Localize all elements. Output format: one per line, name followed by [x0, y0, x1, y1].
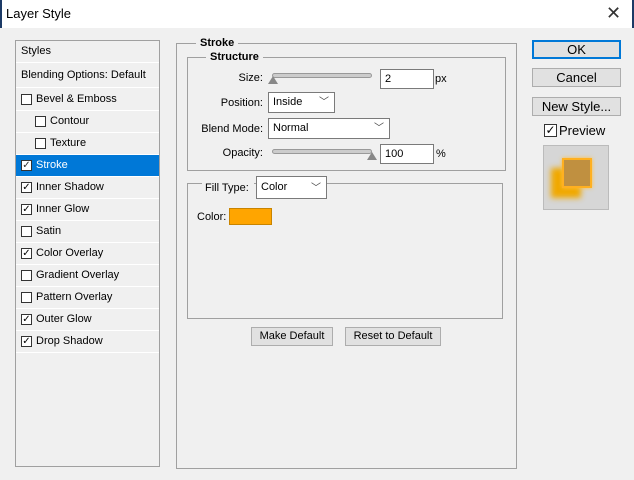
style-item-label: Outer Glow — [36, 313, 92, 325]
style-preview-thumbnail — [543, 145, 609, 210]
checkbox[interactable]: ✓ — [21, 160, 32, 171]
stroke-title: Stroke — [196, 37, 239, 49]
checkbox[interactable] — [21, 292, 32, 303]
size-label: Size: — [238, 72, 263, 84]
style-item-label: Color Overlay — [36, 247, 104, 259]
opacity-input[interactable]: 100 — [380, 144, 434, 164]
style-item-label: Inner Glow — [36, 203, 90, 215]
color-swatch[interactable] — [229, 208, 272, 225]
checkbox[interactable]: ✓ — [21, 314, 32, 325]
style-item-label: Inner Shadow — [36, 181, 104, 193]
fill-group — [187, 183, 503, 319]
checkbox[interactable] — [21, 94, 32, 105]
reset-to-default-button[interactable]: Reset to Default — [345, 327, 441, 346]
chevron-down-icon: ﹀ — [311, 183, 321, 194]
style-item-label: Satin — [36, 225, 62, 237]
preview-checkbox[interactable]: ✓ — [544, 124, 557, 137]
blend-mode-select[interactable]: Normal ﹀ — [268, 118, 390, 139]
style-item-label: Stroke — [36, 159, 68, 171]
checkbox[interactable] — [21, 270, 32, 281]
size-slider-thumb[interactable] — [268, 76, 278, 84]
preview-label: Preview — [559, 123, 606, 138]
checkbox[interactable]: ✓ — [21, 182, 32, 193]
style-item-inner-shadow[interactable]: ✓ Inner Shadow — [16, 177, 159, 199]
style-item-label: Drop Shadow — [36, 335, 103, 347]
style-item-contour[interactable]: Contour — [16, 111, 159, 133]
style-item-texture[interactable]: Texture — [16, 133, 159, 155]
fill-type-select[interactable]: Color ﹀ — [256, 176, 327, 199]
opacity-slider-thumb[interactable] — [367, 152, 377, 160]
size-input[interactable]: 2 — [380, 69, 434, 89]
checkbox[interactable]: ✓ — [21, 248, 32, 259]
style-item-color-overlay[interactable]: ✓ Color Overlay — [16, 243, 159, 265]
size-unit: px — [435, 73, 447, 85]
style-item-label: Gradient Overlay — [36, 269, 120, 281]
close-icon[interactable]: ✕ — [606, 3, 621, 24]
style-item-inner-glow[interactable]: ✓ Inner Glow — [16, 199, 159, 221]
fill-type-value: Color — [261, 181, 288, 193]
ok-button[interactable]: OK — [532, 40, 621, 59]
style-item-label: Pattern Overlay — [36, 291, 113, 303]
make-default-button[interactable]: Make Default — [251, 327, 333, 346]
structure-title: Structure — [206, 51, 263, 63]
position-label: Position: — [220, 97, 263, 109]
blend-mode-label: Blend Mode: — [201, 123, 263, 135]
chevron-down-icon: ﹀ — [374, 123, 384, 134]
checkbox[interactable] — [21, 226, 32, 237]
window-title: Layer Style — [6, 6, 72, 21]
color-label: Color: — [197, 211, 227, 223]
checkbox[interactable]: ✓ — [21, 336, 32, 347]
styles-list: Styles Blending Options: Default Bevel &… — [15, 40, 160, 467]
position-select[interactable]: Inside ﹀ — [268, 92, 335, 113]
blend-mode-value: Normal — [273, 122, 309, 134]
chevron-down-icon: ﹀ — [319, 97, 329, 108]
blending-options[interactable]: Blending Options: Default — [16, 64, 159, 88]
checkbox[interactable] — [35, 116, 46, 127]
new-style-button[interactable]: New Style... — [532, 97, 621, 116]
position-value: Inside — [273, 96, 303, 108]
style-item-stroke[interactable]: ✓ Stroke — [16, 155, 159, 177]
size-slider[interactable] — [272, 73, 372, 78]
checkbox[interactable]: ✓ — [21, 204, 32, 215]
style-item-satin[interactable]: Satin — [16, 221, 159, 243]
fill-type-label: Fill Type: — [202, 177, 254, 201]
style-item-gradient-overlay[interactable]: Gradient Overlay — [16, 265, 159, 287]
style-item-label: Contour — [50, 115, 90, 127]
cancel-button[interactable]: Cancel — [532, 68, 621, 87]
style-item-bevel-emboss[interactable]: Bevel & Emboss — [16, 89, 159, 111]
style-item-outer-glow[interactable]: ✓ Outer Glow — [16, 309, 159, 331]
opacity-slider[interactable] — [272, 149, 372, 154]
style-item-drop-shadow[interactable]: ✓ Drop Shadow — [16, 331, 159, 353]
style-item-label: Bevel & Emboss — [36, 93, 117, 105]
styles-header[interactable]: Styles — [16, 41, 159, 63]
title-bar — [0, 0, 634, 28]
opacity-unit: % — [436, 148, 446, 160]
style-item-pattern-overlay[interactable]: Pattern Overlay — [16, 287, 159, 309]
style-item-label: Texture — [50, 137, 87, 149]
checkbox[interactable] — [35, 138, 46, 149]
opacity-label: Opacity: — [222, 147, 263, 159]
